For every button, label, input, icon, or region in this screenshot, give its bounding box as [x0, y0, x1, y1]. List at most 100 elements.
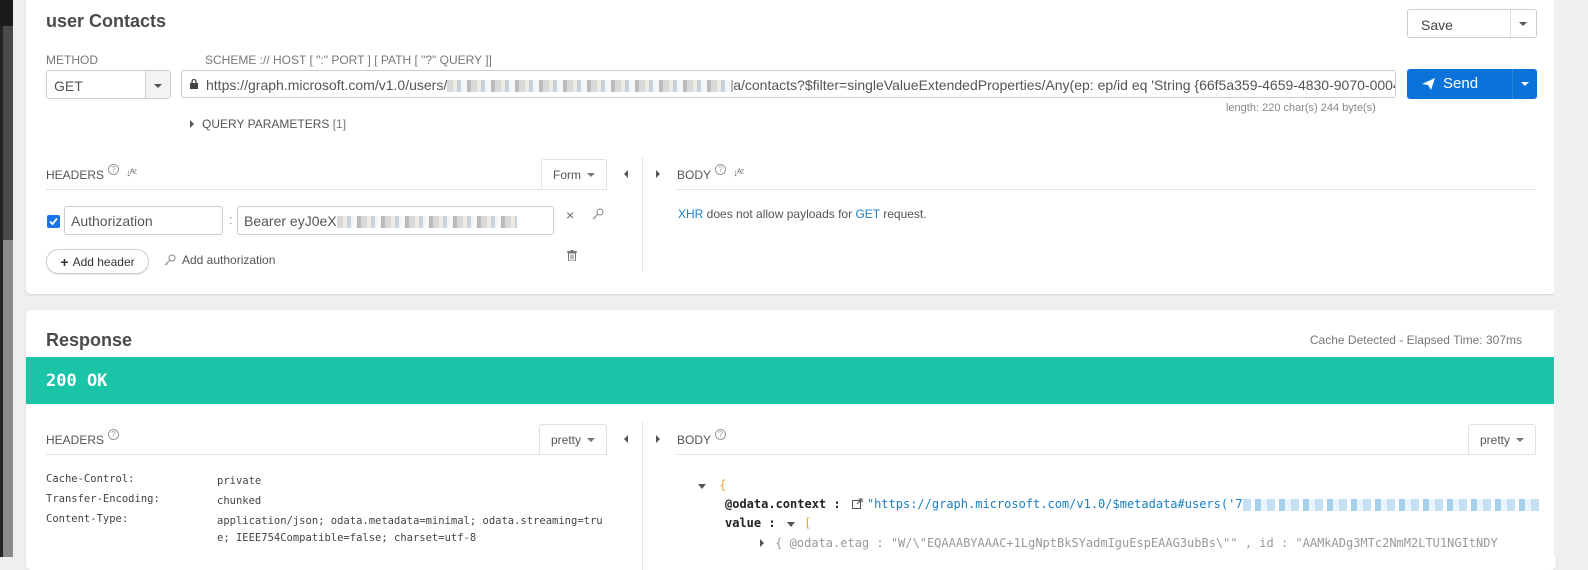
remove-header-icon[interactable]: × [566, 207, 574, 223]
response-headers-mode-value: pretty [550, 432, 581, 447]
collapse-icon[interactable] [698, 484, 706, 489]
response-panel: Response Cache Detected - Elapsed Time: … [26, 310, 1556, 570]
check-icon [49, 217, 58, 226]
request-body-header: BODY ? ↓ᴬᶻ [677, 164, 744, 182]
response-body-mode-select[interactable]: pretty [1468, 424, 1536, 454]
left-scrollbar[interactable] [0, 0, 13, 557]
body-message-text: does not allow payloads for [703, 207, 856, 221]
help-icon[interactable]: ? [715, 429, 727, 440]
collapse-icon[interactable] [786, 522, 795, 527]
url-length-info: length: 220 char(s) 244 byte(s) [1226, 102, 1376, 114]
add-authorization-button[interactable]: Add authorization [164, 253, 275, 267]
query-parameters-count: [1] [332, 117, 347, 131]
add-header-label: Add header [72, 254, 135, 269]
method-value: GET [54, 78, 83, 94]
xhr-link[interactable]: XHR [678, 207, 703, 221]
response-headers-label: HEADERS [46, 433, 105, 447]
status-code: 200 OK [46, 371, 108, 391]
panel-divider[interactable] [642, 422, 643, 570]
expand-right-icon[interactable] [656, 435, 660, 443]
request-headers-label: HEADERS [46, 168, 105, 182]
response-headers-mode-select[interactable]: pretty [539, 424, 607, 454]
url-label: SCHEME :// HOST [ ":" PORT ] [ PATH [ "?… [205, 53, 492, 67]
json-item-preview[interactable]: { @odata.etag : "W/\"EQAAABYAAAC+1LgNptB… [760, 536, 1498, 550]
query-parameters-label: QUERY PARAMETERS [202, 117, 330, 131]
help-icon[interactable]: ? [715, 164, 727, 175]
headers-mode-value: Form [553, 167, 581, 182]
expand-right-icon [190, 120, 194, 128]
response-headers-header: HEADERS ? [46, 429, 120, 447]
get-link[interactable]: GET [855, 207, 879, 221]
json-context-line: @odata.context : "https://graph.microsof… [725, 497, 1543, 511]
key-icon [164, 254, 176, 266]
response-header-key: Transfer-Encoding: [46, 493, 160, 505]
query-parameters-toggle[interactable]: QUERY PARAMETERS [1] [190, 117, 346, 131]
divider [46, 454, 607, 455]
save-button[interactable]: Save [1407, 9, 1537, 38]
headers-mode-select[interactable]: Form [541, 159, 607, 189]
header-value-input[interactable]: Bearer eyJ0eX [237, 206, 554, 235]
json-context-value[interactable]: "https://graph.microsoft.com/v1.0/$metad… [867, 497, 1243, 511]
sort-az-icon[interactable]: ↓ᴬᶻ [126, 168, 137, 179]
save-dropdown-toggle[interactable] [1510, 10, 1536, 37]
redacted-user-id [447, 80, 734, 93]
method-dropdown-toggle[interactable] [145, 71, 170, 98]
response-title: Response [46, 330, 133, 350]
save-label: Save [1421, 17, 1453, 33]
chevron-down-icon [154, 84, 162, 88]
send-button[interactable]: Send [1407, 69, 1537, 99]
divider [677, 189, 1536, 190]
scrollbar-thumb[interactable] [3, 240, 13, 557]
response-header-key: Content-Type: [46, 513, 129, 525]
expand-right-icon[interactable] [656, 170, 660, 178]
method-label: METHOD [46, 53, 98, 67]
json-root: { [698, 478, 726, 492]
sort-az-icon[interactable]: ↓ᴬᶻ [733, 168, 744, 179]
chevron-down-icon [587, 172, 595, 177]
url-suffix: a/contacts?$filter=singleValueExtendedPr… [733, 77, 1396, 93]
help-icon[interactable]: ? [108, 429, 120, 440]
redacted-token [336, 216, 517, 229]
url-prefix: https://graph.microsoft.com/v1.0/users/ [206, 77, 448, 93]
trash-icon[interactable] [567, 250, 577, 261]
header-name-value: Authorization [71, 213, 153, 229]
key-icon[interactable] [592, 208, 604, 220]
json-item-text: { @odata.etag : "W/\"EQAAABYAAAC+1LgNptB… [775, 536, 1498, 550]
json-key: value [725, 516, 762, 530]
help-icon[interactable]: ? [108, 164, 120, 175]
elapsed-time: Cache Detected - Elapsed Time: 307ms [1309, 333, 1522, 347]
json-open-brace: { [719, 478, 727, 492]
status-bar: 200 OK [26, 357, 1556, 404]
header-value-prefix: Bearer eyJ0eX [244, 213, 337, 229]
body-message-end: request. [879, 207, 927, 221]
divider [677, 454, 1536, 455]
collapse-left-icon[interactable] [624, 170, 628, 178]
response-body-label: BODY [677, 433, 712, 447]
paper-plane-icon [1422, 77, 1435, 90]
request-body-label: BODY [677, 168, 712, 182]
expand-icon[interactable] [760, 539, 764, 547]
method-select[interactable]: GET [46, 70, 171, 99]
response-header-value: private [217, 475, 262, 487]
external-link-icon[interactable] [851, 498, 863, 509]
header-enabled-checkbox[interactable] [47, 215, 60, 228]
chevron-down-icon [587, 437, 595, 442]
request-panel: user Contacts Save METHOD SCHEME :// HOS… [26, 0, 1556, 294]
chevron-down-icon [1519, 22, 1527, 26]
panel-divider[interactable] [642, 157, 643, 272]
chevron-down-icon [1516, 437, 1524, 442]
plus-icon: + [60, 253, 69, 270]
url-input[interactable]: https://graph.microsoft.com/v1.0/users/a… [181, 70, 1396, 98]
body-message: XHR does not allow payloads for GET requ… [678, 207, 927, 221]
send-dropdown-toggle[interactable] [1512, 69, 1537, 99]
json-key: @odata.context [725, 497, 827, 511]
header-name-input[interactable]: Authorization [64, 206, 223, 235]
request-title: user Contacts [46, 11, 167, 31]
add-authorization-label: Add authorization [182, 253, 276, 267]
redacted-context [1242, 498, 1543, 511]
send-label: Send [1443, 75, 1479, 92]
divider [46, 189, 607, 190]
response-header-value: chunked [217, 495, 262, 507]
collapse-left-icon[interactable] [624, 435, 628, 443]
add-header-button[interactable]: + Add header [46, 249, 149, 274]
